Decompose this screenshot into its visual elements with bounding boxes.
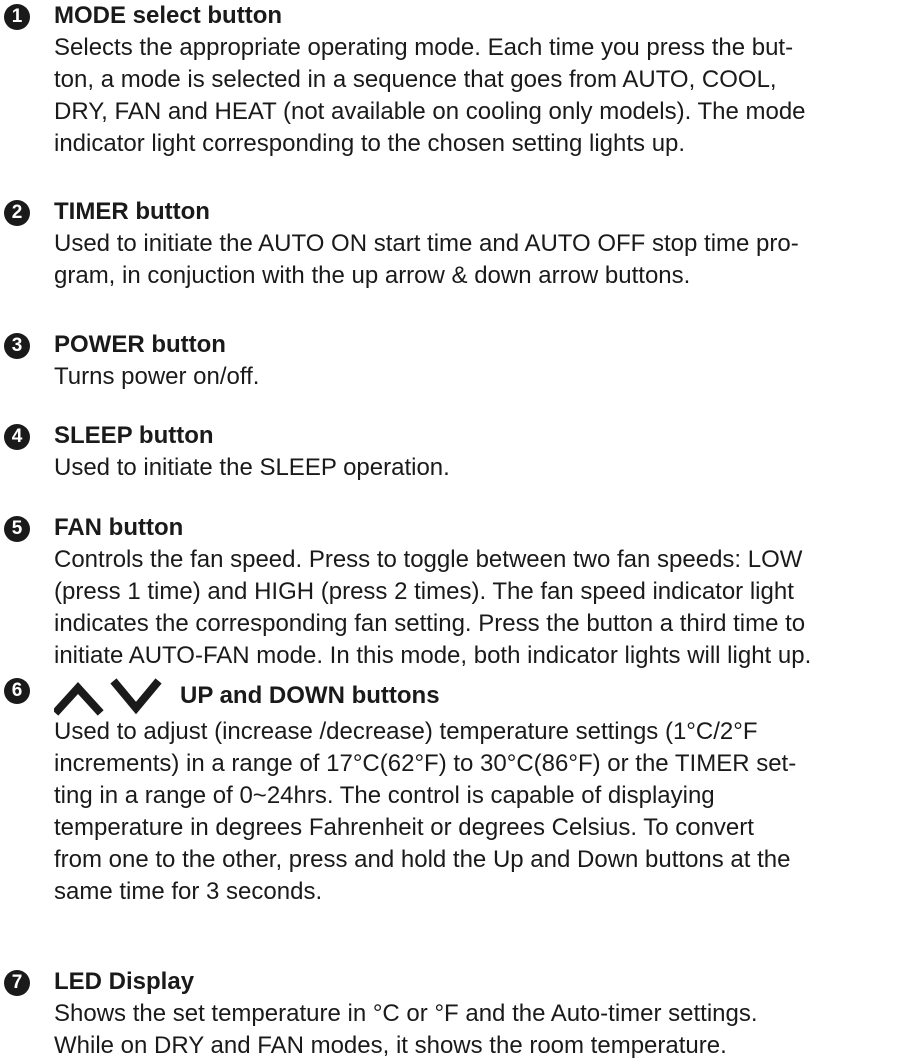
item-title: MODE select button xyxy=(54,2,283,29)
item-title: TIMER button xyxy=(54,198,210,225)
up-down-arrows-icon xyxy=(54,678,162,716)
item-fan-button: 5 FAN button Controls the fan speed. Pre… xyxy=(0,512,914,672)
number-badge-1: 1 xyxy=(4,4,30,30)
item-heading: 1 MODE select button xyxy=(0,0,914,32)
item-up-down-buttons: 6 UP and DOWN buttons Used to adjust (in… xyxy=(0,672,914,908)
number-badge-3: 3 xyxy=(4,333,30,359)
item-heading: 6 UP and DOWN buttons xyxy=(0,672,914,716)
item-heading: 2 TIMER button xyxy=(0,196,914,228)
number-badge-5: 5 xyxy=(4,516,30,542)
item-heading: 7 LED Display xyxy=(0,966,914,998)
item-heading: 5 FAN button xyxy=(0,512,914,544)
item-description: Selects the appropriate operating mode. … xyxy=(54,34,806,157)
item-title: UP and DOWN buttons xyxy=(180,682,440,709)
item-description: Controls the fan speed. Press to toggle … xyxy=(54,546,812,669)
item-sleep-button: 4 SLEEP button Used to initiate the SLEE… xyxy=(0,420,914,484)
item-description: Used to adjust (increase /decrease) temp… xyxy=(54,718,797,905)
item-title: SLEEP button xyxy=(54,422,214,449)
item-heading: 4 SLEEP button xyxy=(0,420,914,452)
item-timer-button: 2 TIMER button Used to initiate the AUTO… xyxy=(0,196,914,292)
item-title: FAN button xyxy=(54,514,184,541)
down-arrow-icon xyxy=(110,678,162,715)
item-description: Used to initiate the SLEEP operation. xyxy=(54,454,450,481)
item-description: Used to initiate the AUTO ON start time … xyxy=(54,230,799,289)
item-power-button: 3 POWER button Turns power on/off. xyxy=(0,329,914,393)
item-title: LED Display xyxy=(54,968,195,995)
item-led-display: 7 LED Display Shows the set temperature … xyxy=(0,966,914,1062)
number-badge-4: 4 xyxy=(4,424,30,450)
up-arrow-icon xyxy=(54,682,104,716)
item-description: Turns power on/off. xyxy=(54,363,260,390)
item-mode-button: 1 MODE select button Selects the appropr… xyxy=(0,0,914,160)
number-badge-6: 6 xyxy=(4,678,30,704)
number-badge-7: 7 xyxy=(4,970,30,996)
number-badge-2: 2 xyxy=(4,200,30,226)
item-heading: 3 POWER button xyxy=(0,329,914,361)
item-description: Shows the set temperature in °C or °F an… xyxy=(54,1000,758,1059)
item-title: POWER button xyxy=(54,331,226,358)
